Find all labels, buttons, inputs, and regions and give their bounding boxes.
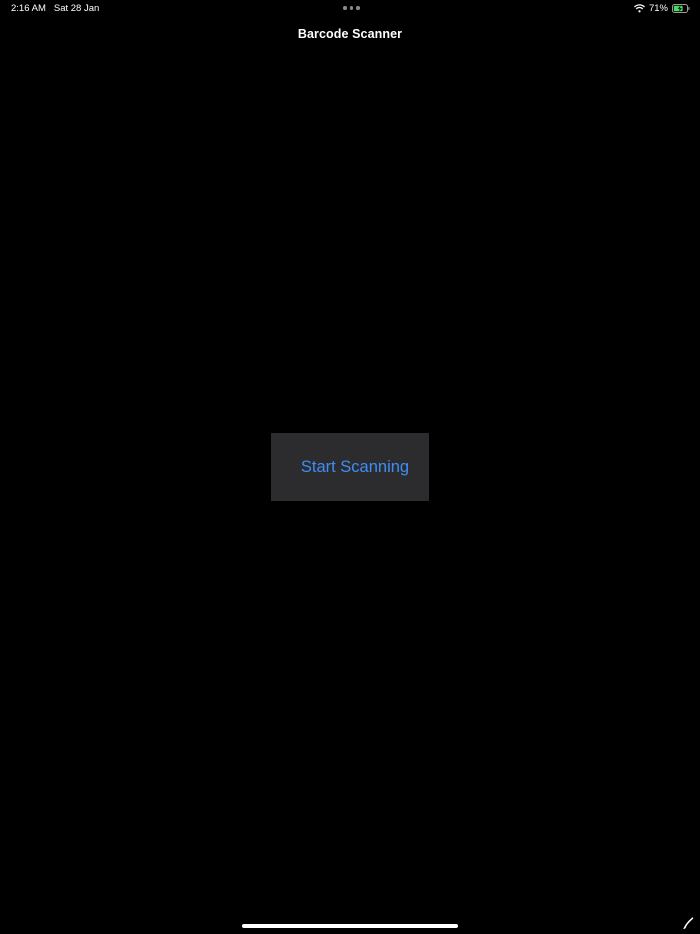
page-title: Barcode Scanner: [297, 27, 403, 41]
wifi-icon: [634, 4, 645, 13]
status-time: 2:16 AM: [11, 3, 46, 14]
start-scanning-button[interactable]: Start Scanning: [271, 433, 429, 501]
status-bar: 2:16 AM Sat 28 Jan 71%: [0, 0, 700, 18]
multitasking-menu[interactable]: [343, 6, 360, 10]
battery-charging-icon: [672, 4, 690, 13]
status-date: Sat 28 Jan: [53, 3, 100, 14]
dot-icon: [343, 6, 347, 10]
battery-percent: 71%: [648, 3, 668, 14]
dot-icon: [349, 6, 353, 10]
dot-icon: [356, 6, 360, 10]
status-right: 71%: [634, 3, 690, 14]
pencil-icon[interactable]: [683, 917, 695, 929]
status-left: 2:16 AM Sat 28 Jan: [11, 3, 99, 14]
home-indicator[interactable]: [242, 924, 458, 928]
